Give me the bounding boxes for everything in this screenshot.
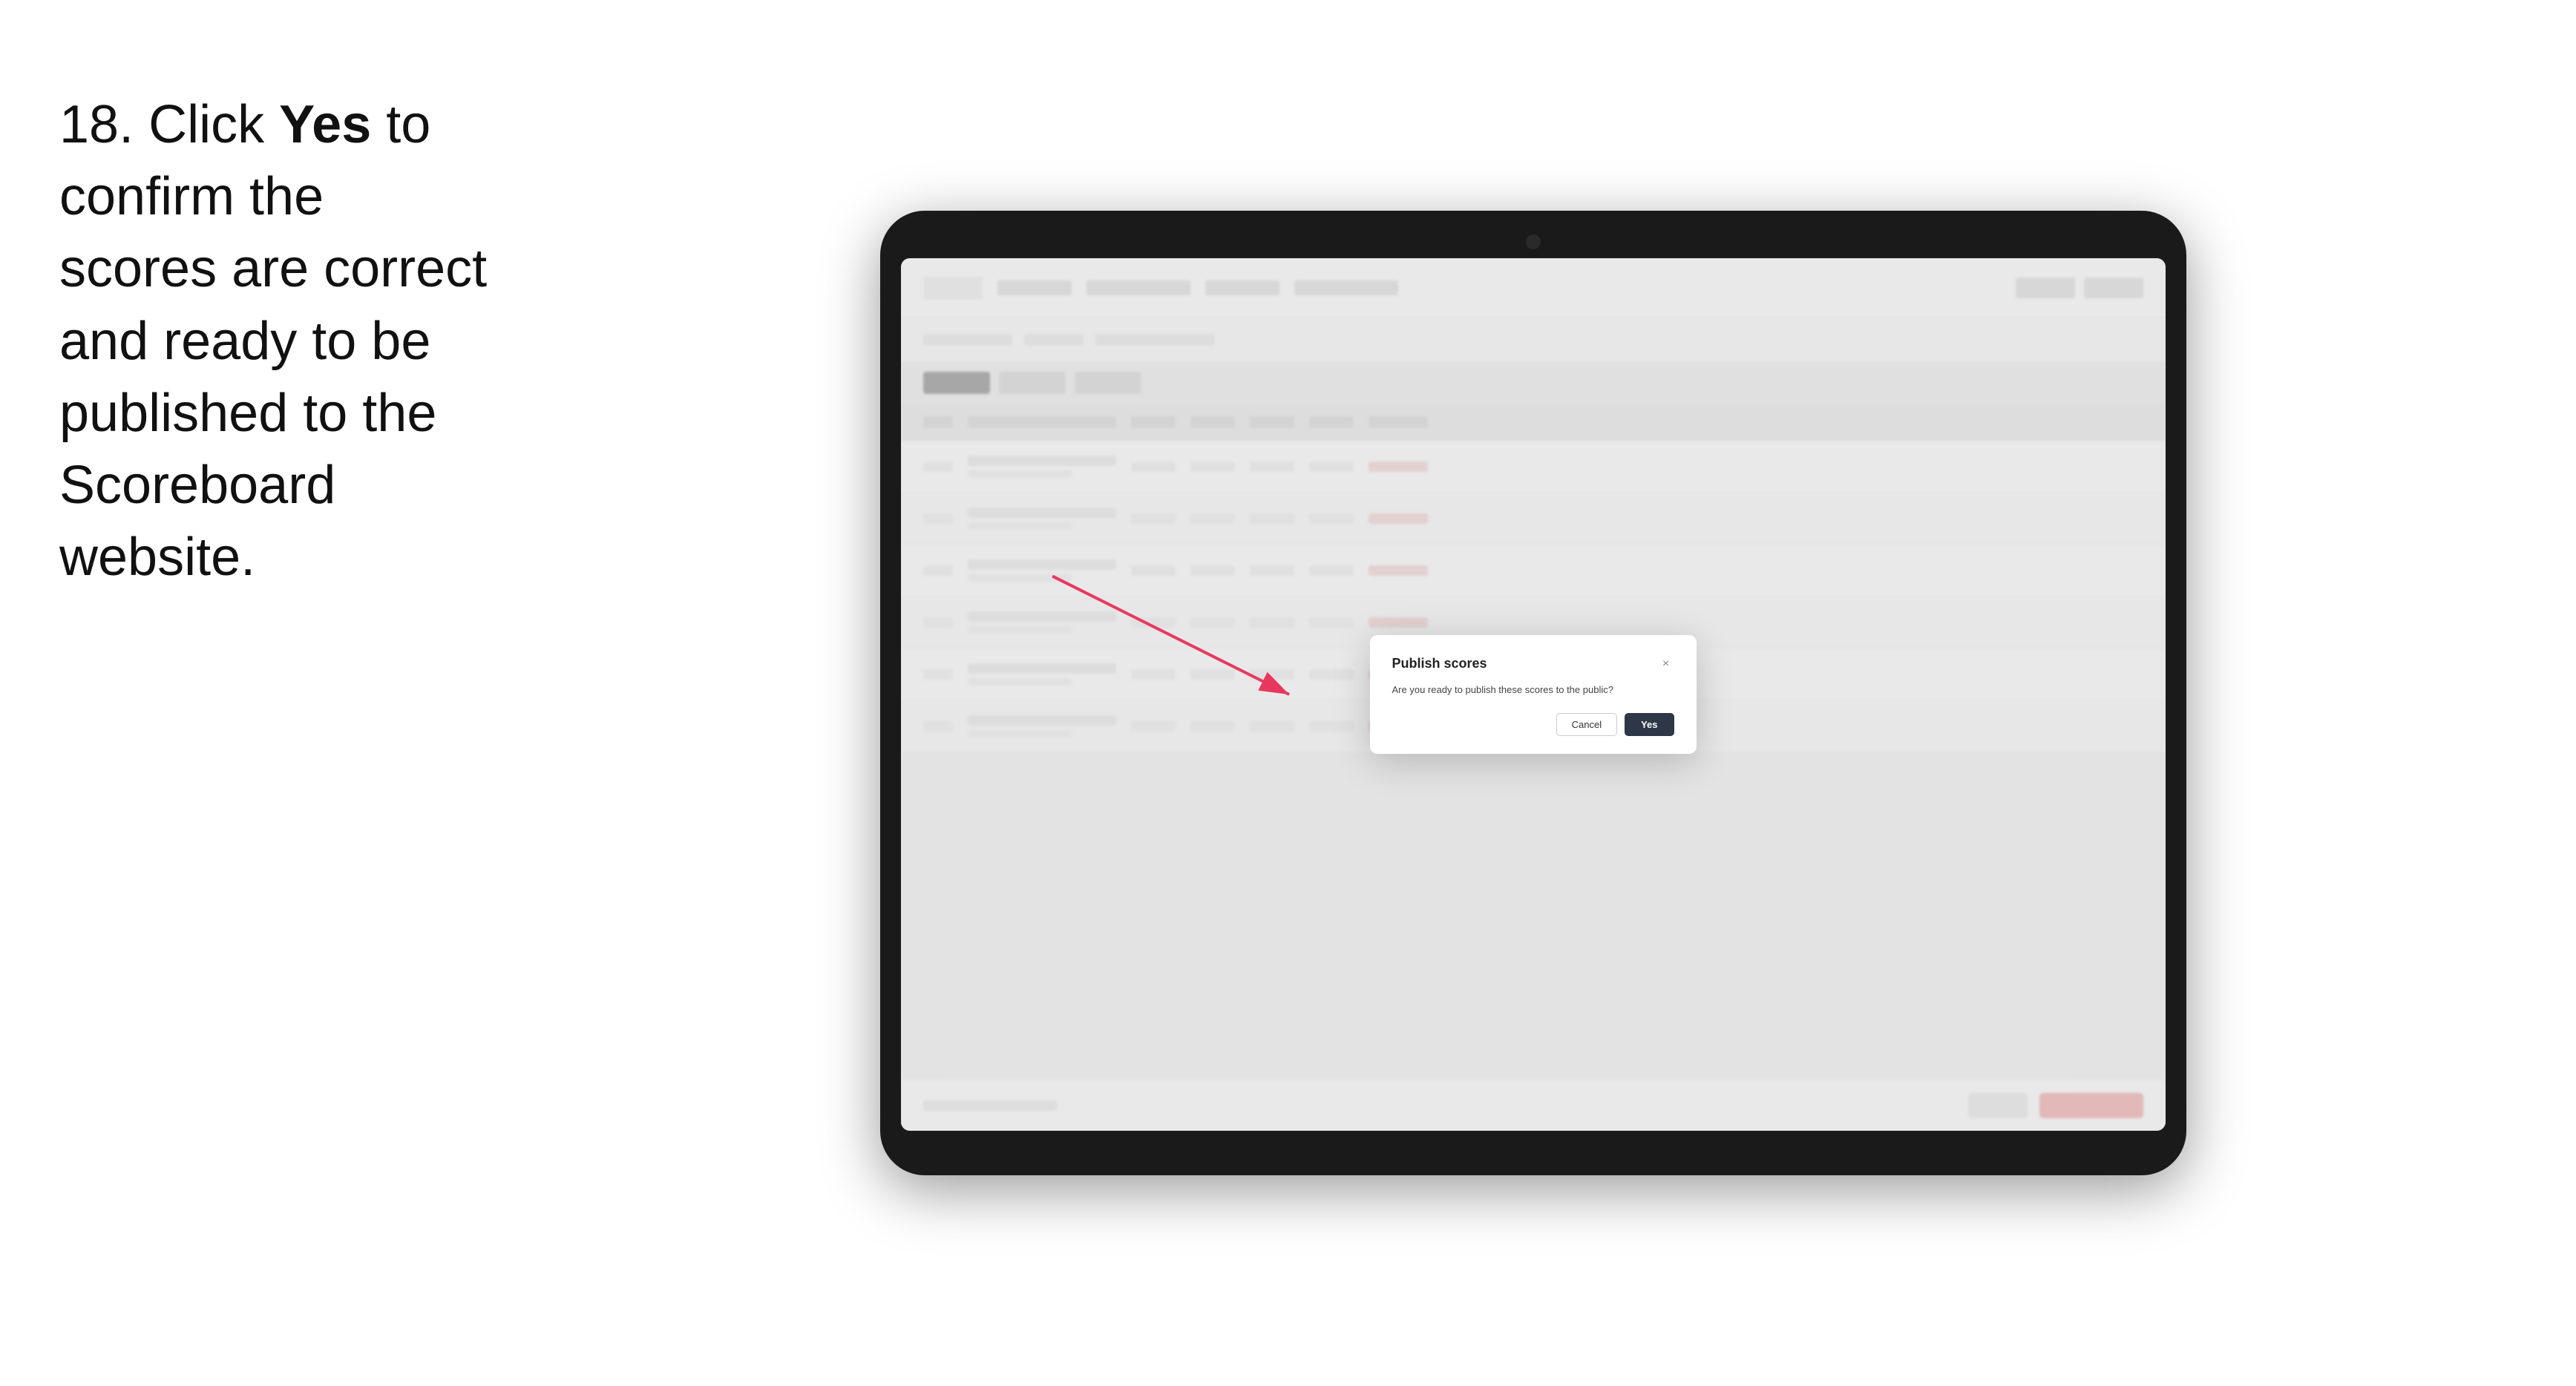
modal-title-row: Publish scores × [1392,656,1674,672]
tablet-screen: Publish scores × Are you ready to publis… [901,258,2166,1131]
tablet-camera [1526,234,1541,249]
modal-message: Are you ready to publish these scores to… [1392,683,1674,697]
tablet-device: Publish scores × Are you ready to publis… [549,45,2517,1341]
modal-footer: Cancel Yes [1392,713,1674,736]
step-number: 18. [59,95,148,154]
instruction-before: Click [148,95,279,154]
modal-overlay: Publish scores × Are you ready to publis… [901,258,2166,1131]
instruction-bold: Yes [279,95,371,154]
instruction-text: 18. Click Yes to confirm the scores are … [59,45,490,594]
tablet-outer: Publish scores × Are you ready to publis… [880,211,2186,1175]
yes-button[interactable]: Yes [1625,713,1674,736]
instruction-after: to confirm the scores are correct and re… [59,95,487,587]
page-container: 18. Click Yes to confirm the scores are … [0,0,2576,1386]
publish-scores-dialog: Publish scores × Are you ready to publis… [1370,635,1697,755]
modal-close-button[interactable]: × [1658,656,1674,672]
modal-title: Publish scores [1392,656,1487,671]
cancel-button[interactable]: Cancel [1556,713,1617,736]
